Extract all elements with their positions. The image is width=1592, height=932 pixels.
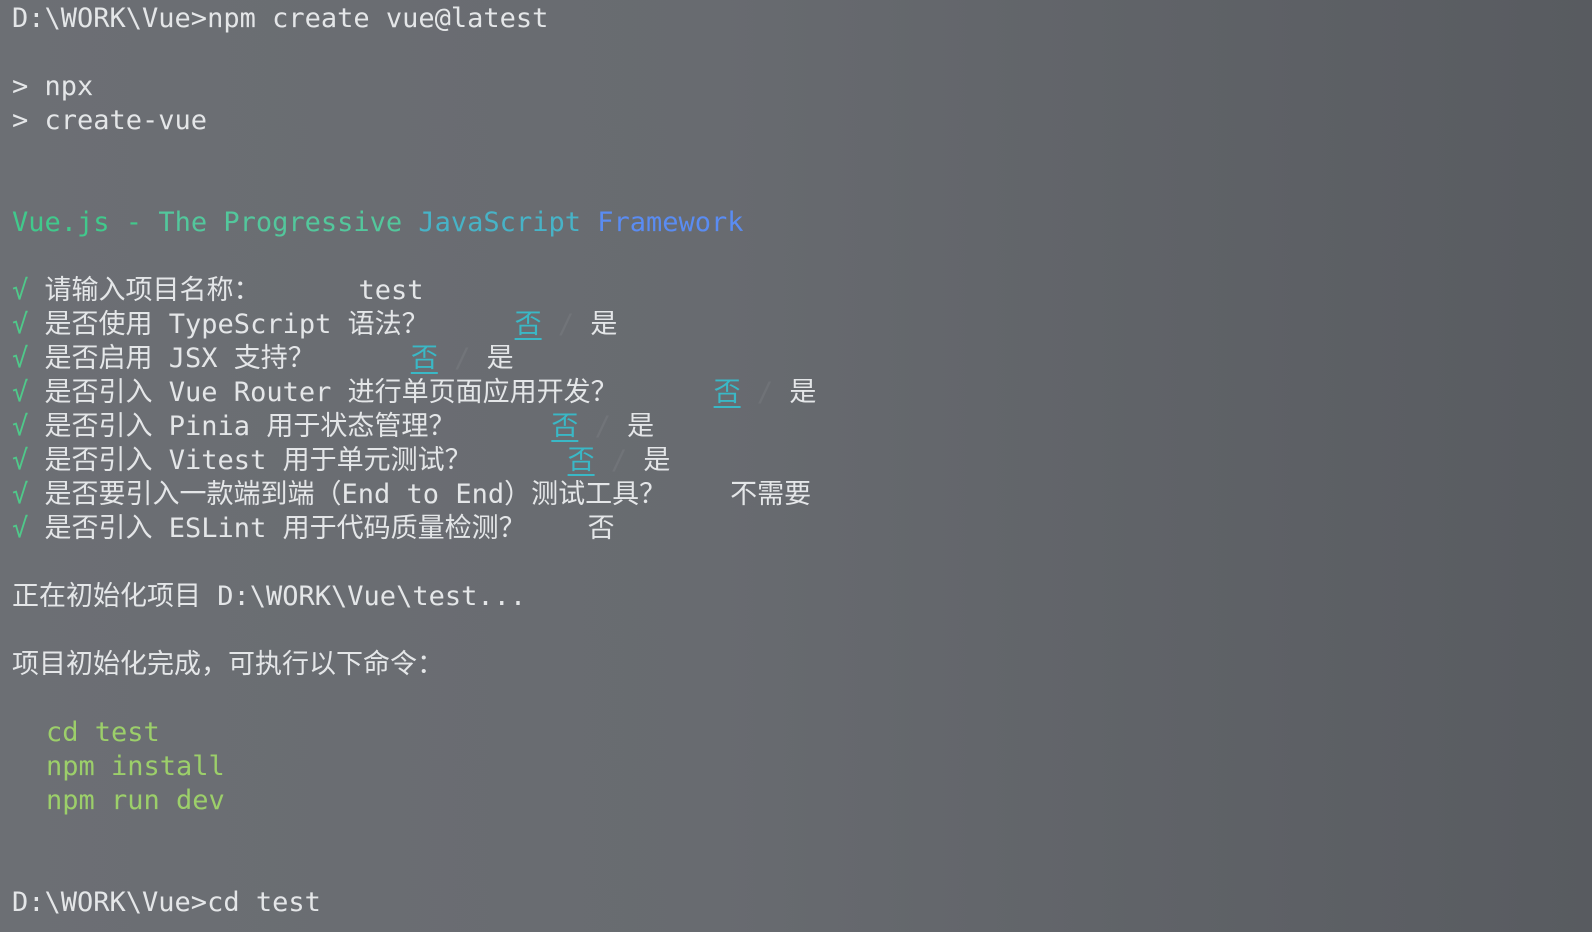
question-label: 是否启用 JSX 支持？ [44, 343, 315, 374]
question-vitest: √ 是否引入 Vitest 用于单元测试？ 否 / 是 [12, 444, 1580, 478]
question-label: 请输入项目名称： [44, 275, 261, 306]
vue-banner: Vue.js - The Progressive JavaScript Fram… [12, 206, 1580, 240]
question-typescript: √ 是否使用 TypeScript 语法？ 否 / 是 [12, 308, 1580, 342]
selected-option: 否 [551, 411, 579, 442]
command-line: cd test [46, 717, 160, 748]
unselected-option: 是 [627, 411, 655, 442]
banner-part: Framework [597, 207, 744, 238]
banner-part: JavaScript [418, 207, 598, 238]
unselected-option: 是 [789, 377, 817, 408]
question-project-name: √ 请输入项目名称： test [12, 274, 1580, 308]
question-answer: 否 [587, 513, 615, 544]
check-icon: √ [12, 479, 29, 510]
question-answer: 不需要 [730, 479, 812, 510]
unselected-option: 是 [643, 445, 671, 476]
question-label: 是否使用 TypeScript 语法？ [44, 309, 429, 340]
question-vue-router: √ 是否引入 Vue Router 进行单页面应用开发？ 否 / 是 [12, 376, 1580, 410]
banner-part: Vue.js - [12, 207, 159, 238]
command-line: npm run dev [46, 785, 225, 816]
question-eslint: √ 是否引入 ESLint 用于代码质量检测？ 否 [12, 512, 1580, 546]
command-line: npm install [46, 751, 225, 782]
terminal-window[interactable]: D:\WORK\Vue>npm create vue@latest > npx … [0, 2, 1592, 932]
check-icon: √ [12, 445, 29, 476]
option-separator: / [610, 445, 628, 476]
check-icon: √ [12, 411, 29, 442]
check-icon: √ [12, 343, 29, 374]
initializing-line: 正在初始化项目 D:\WORK\Vue\test... [12, 581, 527, 612]
selected-option: 否 [567, 445, 595, 476]
check-icon: √ [12, 377, 29, 408]
selected-option: 否 [514, 309, 542, 340]
option-separator: / [594, 411, 611, 442]
question-jsx: √ 是否启用 JSX 支持？ 否 / 是 [12, 342, 1580, 376]
option-separator: / [756, 377, 774, 408]
question-e2e: √ 是否要引入一款端到端（End to End）测试工具？ 不需要 [12, 478, 1580, 512]
question-label: 是否引入 Vitest 用于单元测试？ [44, 445, 472, 476]
option-separator: / [557, 309, 575, 340]
question-pinia: √ 是否引入 Pinia 用于状态管理？ 否 / 是 [12, 410, 1580, 444]
question-answer: test [358, 275, 424, 306]
question-label: 是否引入 ESLint 用于代码质量检测？ [44, 513, 526, 544]
banner-part: The Progressive [158, 207, 419, 238]
npx-line: > npx [12, 71, 94, 102]
create-vue-line: > create-vue [12, 105, 208, 136]
done-message-line: 项目初始化完成，可执行以下命令： [12, 649, 444, 680]
check-icon: √ [12, 275, 29, 306]
option-separator: / [454, 343, 471, 374]
unselected-option: 是 [590, 309, 618, 340]
question-label: 是否引入 Vue Router 进行单页面应用开发？ [44, 377, 618, 408]
unselected-option: 是 [486, 343, 514, 374]
selected-option: 否 [410, 343, 438, 374]
prompt-command-line: D:\WORK\Vue>npm create vue@latest [12, 3, 549, 34]
final-prompt-line[interactable]: D:\WORK\Vue>cd test [12, 886, 1580, 920]
selected-option: 否 [713, 377, 741, 408]
question-label: 是否要引入一款端到端（End to End）测试工具？ [44, 479, 667, 510]
question-label: 是否引入 Pinia 用于状态管理？ [44, 411, 456, 442]
check-icon: √ [12, 309, 29, 340]
check-icon: √ [12, 513, 29, 544]
